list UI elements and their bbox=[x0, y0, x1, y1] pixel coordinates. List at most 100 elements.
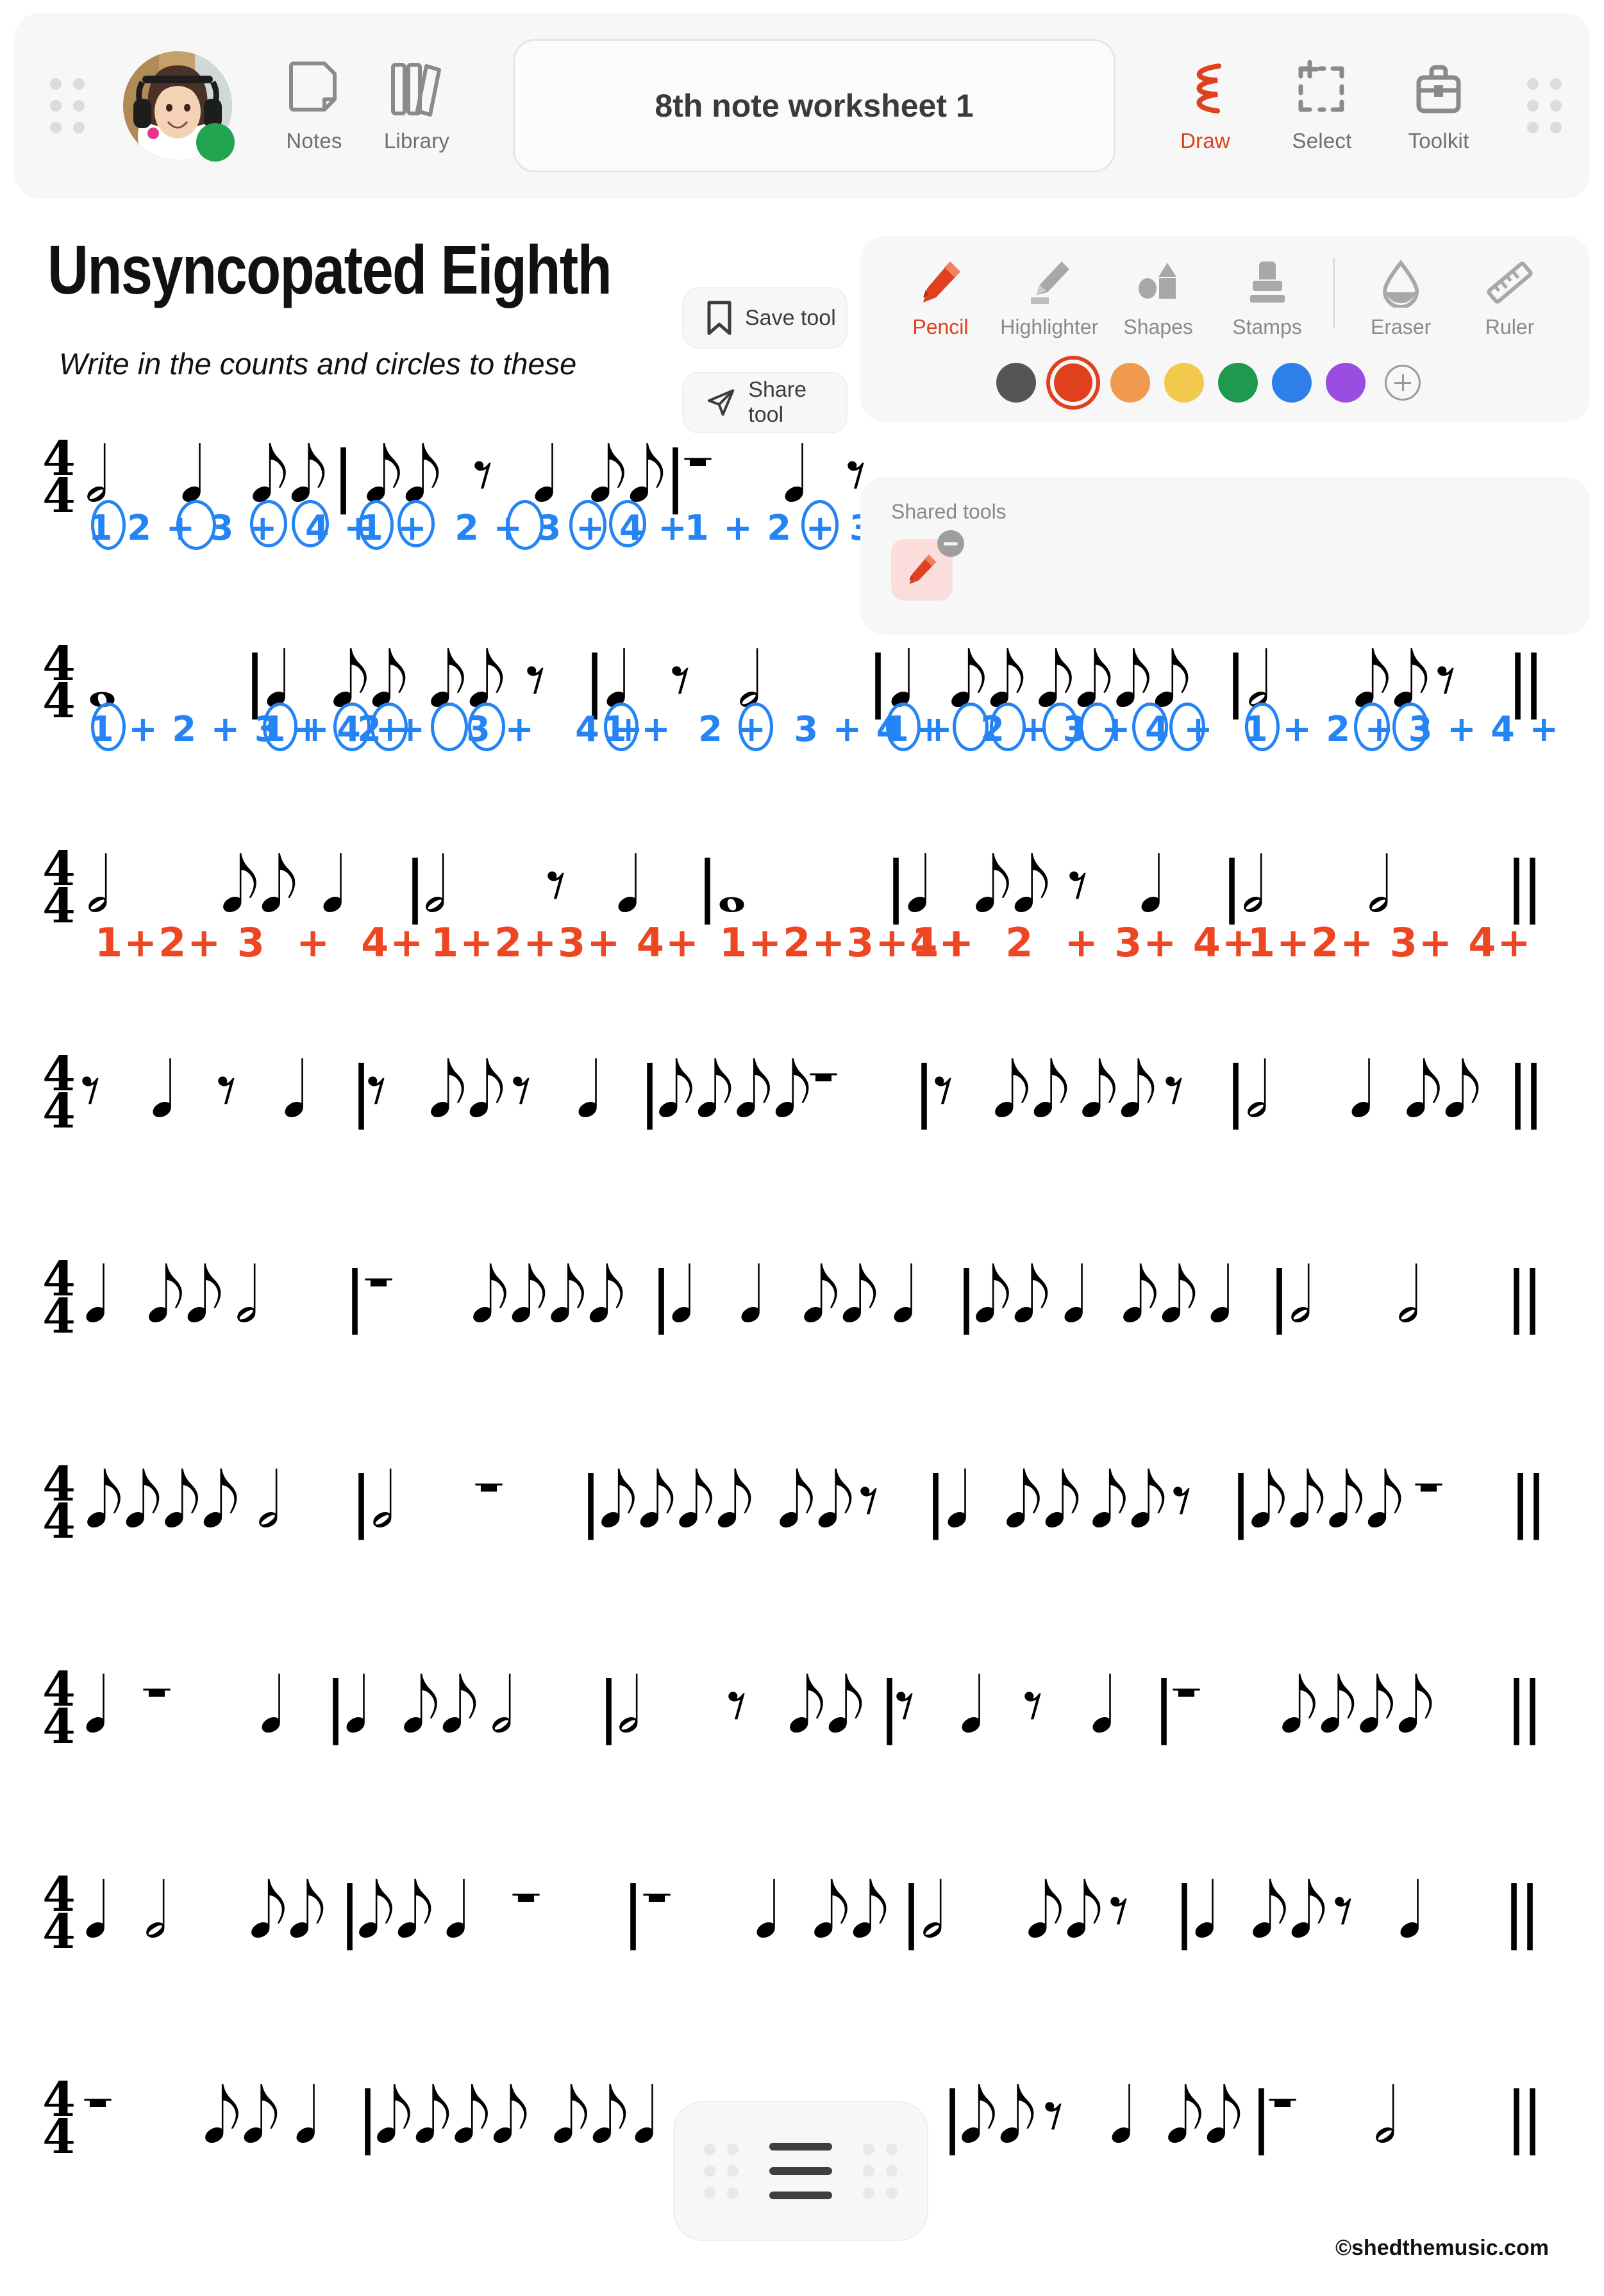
draw-label: Draw bbox=[1180, 129, 1230, 153]
final-barline: || bbox=[1505, 1257, 1544, 1335]
library-button[interactable]: Library bbox=[365, 58, 468, 153]
note-quarter: 𝅘𝅥 bbox=[294, 2072, 318, 2160]
color-swatch-dark-gray[interactable] bbox=[996, 363, 1036, 403]
barline: | bbox=[924, 1462, 948, 1540]
save-tool-button[interactable]: Save tool bbox=[682, 287, 848, 349]
rest-quarter: 𝄾 bbox=[1436, 636, 1457, 724]
note-eighth-pair: 𝅘𝅥𝅮𝅘𝅥𝅮 bbox=[1165, 2072, 1244, 2160]
hamburger-menu-button[interactable] bbox=[769, 2143, 832, 2199]
color-swatch-row bbox=[886, 356, 1564, 410]
menu-drag-handle-left[interactable] bbox=[704, 2143, 739, 2199]
rest-quarter: 𝄾 bbox=[473, 431, 494, 519]
draw-mode-button[interactable]: Draw bbox=[1154, 58, 1257, 153]
bookmark-icon bbox=[707, 301, 731, 335]
note-eighth-run: 𝅘𝅥𝅮𝅘𝅥𝅮𝅘𝅥𝅮𝅘𝅥𝅮 bbox=[471, 1251, 626, 1340]
note-eighth-run: 𝅘𝅥𝅮𝅘𝅥𝅮𝅘𝅥𝅮𝅘𝅥𝅮 bbox=[374, 2072, 530, 2160]
toolbar-drag-handle-right[interactable] bbox=[1527, 78, 1562, 133]
note-half: 𝅗𝅥 bbox=[1373, 2072, 1398, 2160]
toolbar-drag-handle-left[interactable] bbox=[50, 78, 85, 133]
note-quarter: 𝅘𝅥 bbox=[282, 1046, 306, 1135]
rest-quarter: 𝄾 bbox=[512, 1046, 532, 1135]
note-eighth-run: 𝅘𝅥𝅮𝅘𝅥𝅮𝅘𝅥𝅮𝅘𝅥𝅮 bbox=[1249, 1456, 1405, 1545]
note-eighth-pair: 𝅘𝅥𝅮𝅘𝅥𝅮 bbox=[777, 1456, 855, 1545]
note-quarter: 𝅘𝅥 bbox=[576, 1046, 600, 1135]
grip-dot bbox=[1527, 78, 1539, 90]
note-quarter: 𝅘𝅥 bbox=[259, 1661, 283, 1750]
note-eighth-run: 𝅘𝅥𝅮𝅘𝅥𝅮𝅘𝅥𝅮𝅘𝅥𝅮 bbox=[1280, 1661, 1435, 1750]
ruler-icon bbox=[1487, 262, 1533, 304]
grip-dot bbox=[73, 78, 85, 90]
tool-shapes[interactable]: Shapes bbox=[1104, 258, 1213, 339]
grip-dot bbox=[50, 122, 62, 133]
tool-stamps[interactable]: Stamps bbox=[1213, 258, 1322, 339]
note-half: 𝅗𝅥 bbox=[86, 841, 110, 929]
barline: | bbox=[885, 847, 908, 925]
note-half: 𝅗𝅥 bbox=[85, 431, 109, 519]
rest-quarter: 𝄾 bbox=[367, 1046, 387, 1135]
note-eighth-pair: 𝅘𝅥𝅮𝅘𝅥𝅮 bbox=[221, 841, 299, 929]
page-subtitle: Write in the counts and circles to these bbox=[59, 347, 577, 381]
share-tool-button[interactable]: Share tool bbox=[682, 372, 848, 433]
pencil-icon bbox=[923, 262, 960, 303]
final-barline: || bbox=[1505, 847, 1544, 925]
stamp-icon bbox=[1249, 262, 1285, 303]
document-title-field[interactable]: 8th note worksheet 1 bbox=[513, 39, 1115, 172]
worksheet-sheet-music: 44 𝅗𝅥 𝅘𝅥 𝅘𝅥𝅮𝅘𝅥𝅮 | 𝅘𝅥𝅮𝅘𝅥𝅮 𝄾 𝅘𝅥 𝅘𝅥𝅮𝅘𝅥𝅮 | 𝄻 𝅘𝅥 𝄾 1 2 + 3 + … bbox=[0, 423, 1604, 2269]
color-swatch-green[interactable] bbox=[1218, 363, 1258, 403]
tool-highlighter[interactable]: Highlighter bbox=[995, 258, 1104, 339]
grip-dot bbox=[1527, 122, 1539, 133]
note-eighth-pair: 𝅘𝅥𝅮𝅘𝅥𝅮 bbox=[146, 1251, 224, 1340]
tool-eraser[interactable]: Eraser bbox=[1346, 258, 1455, 339]
rest-quarter: 𝄾 bbox=[895, 1661, 915, 1750]
notes-button[interactable]: Notes bbox=[263, 58, 365, 153]
barline: | bbox=[1221, 847, 1244, 925]
grip-dot bbox=[1550, 100, 1562, 112]
grip-dot bbox=[1527, 100, 1539, 112]
toolkit-button[interactable]: Toolkit bbox=[1387, 58, 1490, 153]
remove-shared-tool-button[interactable] bbox=[937, 530, 964, 557]
note-quarter: 𝅘𝅥 bbox=[945, 1456, 969, 1545]
tool-ruler[interactable]: Ruler bbox=[1455, 258, 1564, 339]
tool-pencil[interactable]: Pencil bbox=[886, 258, 995, 339]
color-swatch-blue[interactable] bbox=[1272, 363, 1312, 403]
note-eighth-pair: 𝅘𝅥𝅮𝅘𝅥𝅮 bbox=[428, 1046, 506, 1135]
note-quarter: 𝅘𝅥 bbox=[150, 1046, 174, 1135]
menu-drag-handle-right[interactable] bbox=[863, 2143, 898, 2199]
note-eighth-pair: 𝅘𝅥𝅮𝅘𝅥𝅮 bbox=[428, 636, 506, 724]
grip-dot bbox=[727, 2165, 739, 2177]
note-half: 𝅗𝅥 bbox=[1245, 1046, 1269, 1135]
color-swatch-orange[interactable] bbox=[1110, 363, 1150, 403]
highlighter-icon bbox=[1030, 262, 1069, 304]
color-swatch-yellow[interactable] bbox=[1164, 363, 1204, 403]
top-toolbar: Notes Library 8th note worksheet 1 Draw bbox=[14, 13, 1590, 199]
color-swatch-purple[interactable] bbox=[1326, 363, 1366, 403]
barline: | bbox=[1268, 1257, 1291, 1335]
note-quarter: 𝅘𝅥 bbox=[891, 1251, 915, 1340]
avatar[interactable] bbox=[123, 51, 235, 162]
staff-row: 44 𝅘𝅥 𝅗𝅥 𝅘𝅥𝅮𝅘𝅥𝅮 | 𝅘𝅥𝅮𝅘𝅥𝅮 𝅘𝅥 𝄻 | 𝄻 𝅘𝅥 𝅘𝅥𝅮𝅘𝅥𝅮 | 𝅗𝅥 𝅘𝅥𝅮𝅘𝅥𝅮 𝄾 | 𝅘𝅥… bbox=[0, 1859, 1604, 2064]
floating-menu-bar bbox=[673, 2101, 928, 2241]
note-eighth-pair: 𝅘𝅥𝅮𝅘𝅥𝅮 bbox=[356, 1867, 435, 1955]
add-color-button[interactable] bbox=[1385, 365, 1421, 401]
final-barline: || bbox=[1507, 1052, 1545, 1130]
note-quarter: 𝅘𝅥 bbox=[1398, 1867, 1422, 1955]
tool-stamps-label: Stamps bbox=[1232, 315, 1302, 338]
rest-half: 𝄻 bbox=[142, 1661, 172, 1750]
tool-highlighter-label: Highlighter bbox=[1000, 315, 1099, 338]
select-mode-button[interactable]: Select bbox=[1271, 58, 1373, 153]
note-eighth-pair: 𝅘𝅥𝅮𝅘𝅥𝅮 bbox=[249, 1867, 327, 1955]
note-eighth-pair: 𝅘𝅥𝅮𝅘𝅥𝅮 bbox=[949, 636, 1027, 724]
mode-tool-group: Draw Select Toolkit bbox=[1154, 58, 1490, 153]
tool-eraser-label: Eraser bbox=[1371, 315, 1432, 338]
grip-dot bbox=[50, 100, 62, 112]
color-swatch-red-selected[interactable] bbox=[1046, 356, 1100, 410]
shared-tools-header: Shared tools bbox=[891, 500, 1007, 523]
final-barline: || bbox=[1507, 642, 1545, 720]
shared-tool-pencil[interactable] bbox=[891, 530, 964, 601]
notes-label: Notes bbox=[286, 129, 342, 153]
note-half: 𝅗𝅥 bbox=[235, 1251, 259, 1340]
note-eighth-pair: 𝅘𝅥𝅮𝅘𝅥𝅮 bbox=[959, 2072, 1037, 2160]
note-quarter: 𝅘𝅥 bbox=[604, 636, 628, 724]
time-signature: 44 bbox=[42, 1867, 76, 1959]
note-quarter: 𝅘𝅥 bbox=[1090, 1661, 1114, 1750]
